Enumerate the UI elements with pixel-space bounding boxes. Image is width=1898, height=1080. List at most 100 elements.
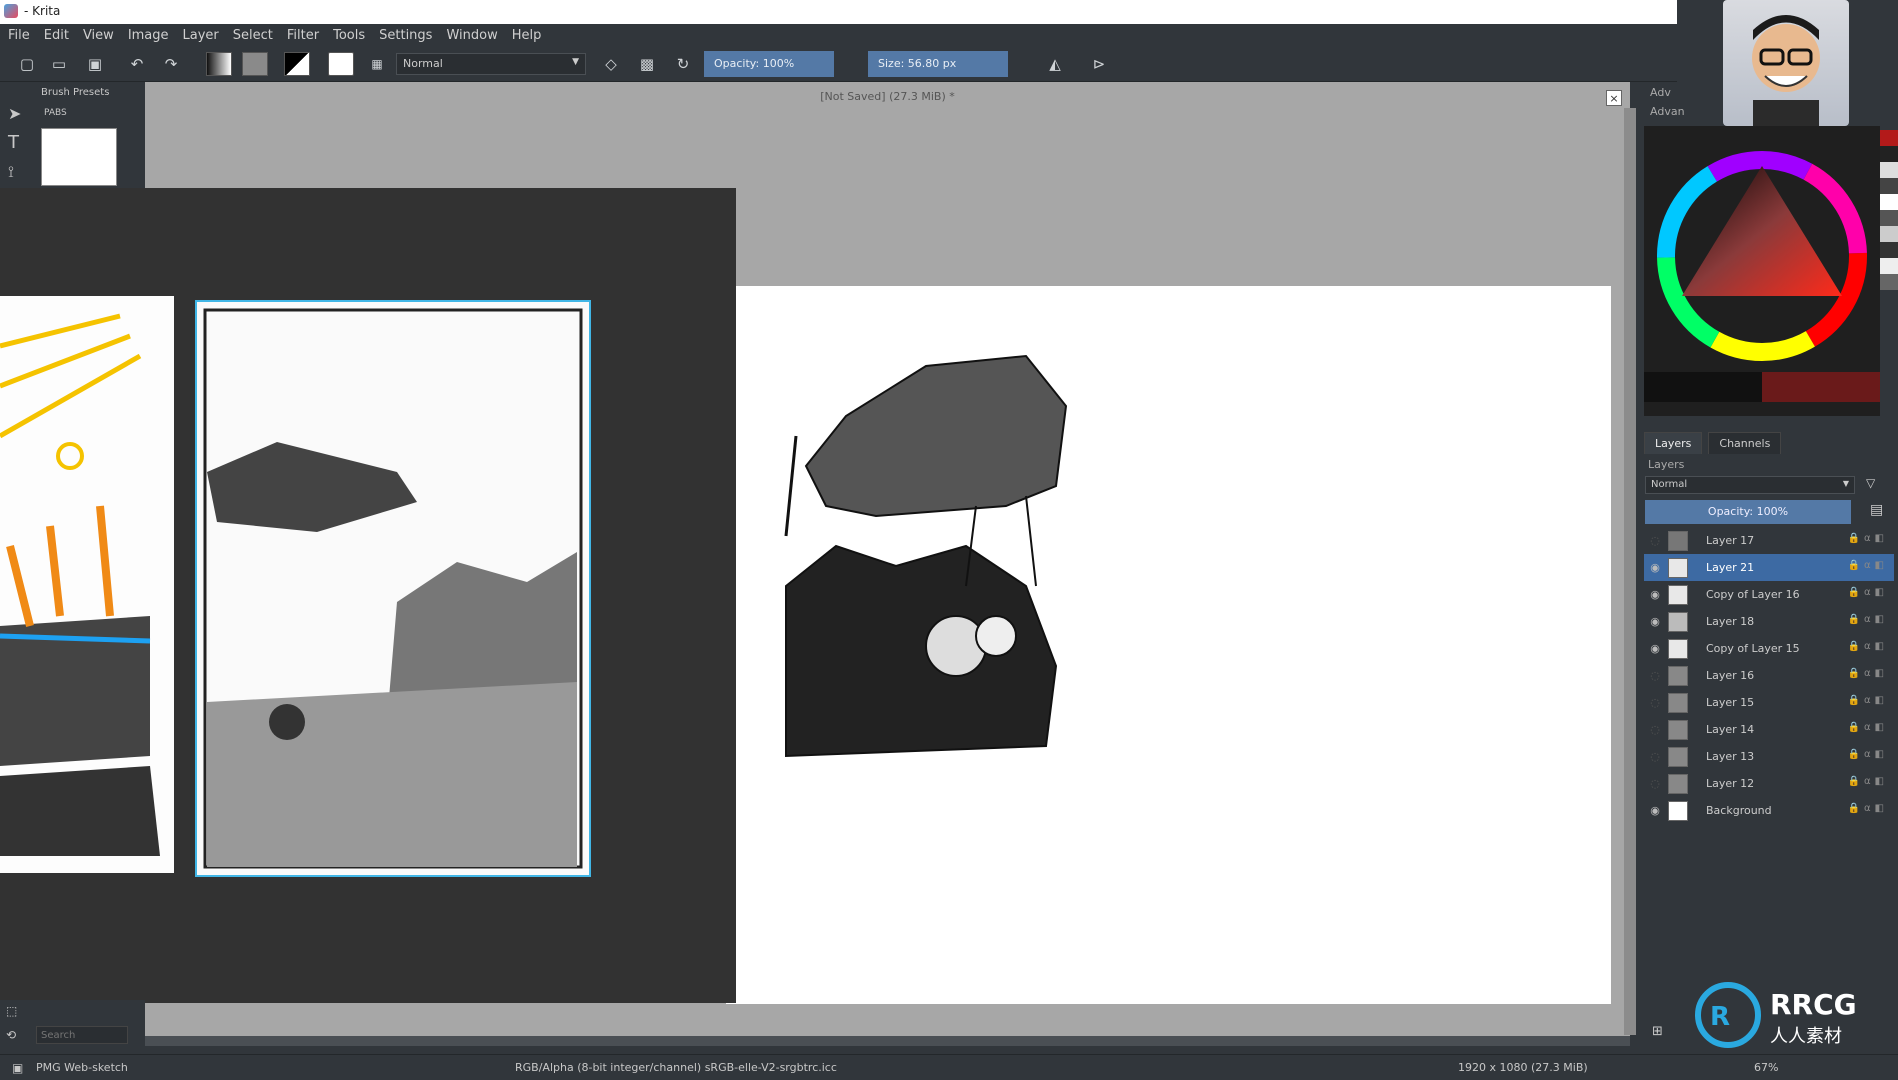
reload-preset-icon[interactable]: ↻ [672, 53, 694, 75]
layer-thumbnail [1668, 746, 1688, 767]
layer-thumbnail [1668, 584, 1688, 605]
mirror-horizontal-icon[interactable]: ◭ [1044, 53, 1066, 75]
save-icon[interactable]: ▣ [84, 53, 106, 75]
layer-thumbnail [1668, 665, 1688, 686]
visibility-icon[interactable]: ◉ [1644, 588, 1666, 601]
layer-row[interactable]: ◉ Layer 18 🔒α◧ [1644, 608, 1894, 635]
select-shapes-tool-icon[interactable]: ➤ [8, 104, 21, 123]
color-history-strip[interactable] [1880, 130, 1898, 420]
visibility-icon[interactable]: ◉ [1644, 642, 1666, 655]
layer-lock-icons[interactable]: 🔒α◧ [1848, 722, 1889, 733]
layer-name: Layer 14 [1706, 723, 1755, 736]
main-toolbar: ▢ ▭ ▣ ↶ ↷ ▦ Normal ▼ ◇ ▩ ↻ Opacity: 100% … [0, 46, 1677, 82]
visibility-hidden-icon[interactable]: ◌ [1644, 723, 1666, 736]
layer-lock-icons[interactable]: 🔒α◧ [1848, 803, 1889, 814]
brush-preset-thumbnail[interactable] [41, 128, 117, 186]
layer-row[interactable]: ◌ Layer 14 🔒α◧ [1644, 716, 1894, 743]
menu-bar: File Edit View Image Layer Select Filter… [0, 24, 1677, 46]
menu-view[interactable]: View [83, 28, 114, 43]
advanced-color-selector[interactable] [1644, 126, 1880, 416]
layer-row[interactable]: ◉ Layer 21 🔒α◧ [1644, 554, 1894, 581]
layer-row[interactable]: ◉ Copy of Layer 16 🔒α◧ [1644, 581, 1894, 608]
tab-layers[interactable]: Layers [1644, 432, 1703, 454]
canvas-page[interactable] [726, 286, 1611, 1004]
layer-lock-icons[interactable]: 🔒α◧ [1848, 668, 1889, 679]
layer-thumbnail [1668, 719, 1688, 740]
preserve-alpha-icon[interactable]: ▩ [636, 53, 658, 75]
visibility-hidden-icon[interactable]: ◌ [1644, 669, 1666, 682]
brush-tag-select[interactable]: PABS [44, 108, 67, 118]
krita-app-icon [4, 4, 18, 18]
mirror-vertical-icon[interactable]: ⊳ [1088, 53, 1110, 75]
redo-icon[interactable]: ↷ [160, 53, 182, 75]
layer-row[interactable]: ◌ Layer 13 🔒α◧ [1644, 743, 1894, 770]
vertical-scrollbar[interactable] [1624, 108, 1636, 1035]
layer-row[interactable]: ◌ Layer 15 🔒α◧ [1644, 689, 1894, 716]
visibility-icon[interactable]: ◉ [1644, 804, 1666, 817]
layer-lock-icons[interactable]: 🔒α◧ [1848, 749, 1889, 760]
layer-lock-icons[interactable]: 🔒α◧ [1848, 641, 1889, 652]
layer-row[interactable]: ◉ Copy of Layer 15 🔒α◧ [1644, 635, 1894, 662]
menu-help[interactable]: Help [512, 28, 542, 43]
brush-status-icon: ▣ [12, 1061, 24, 1075]
eraser-icon[interactable]: ◇ [600, 53, 622, 75]
menu-file[interactable]: File [8, 28, 30, 43]
layer-row[interactable]: ◌ Layer 12 🔒α◧ [1644, 770, 1894, 797]
close-document-icon[interactable]: × [1606, 90, 1622, 106]
reference-image-grey-sketch[interactable] [195, 300, 591, 877]
layer-lock-icons[interactable]: 🔒α◧ [1848, 695, 1889, 706]
tab-channels[interactable]: Channels [1708, 432, 1782, 454]
visibility-hidden-icon[interactable]: ◌ [1644, 696, 1666, 709]
layer-opacity-slider[interactable]: Opacity: 100% [1645, 500, 1851, 524]
visibility-icon[interactable]: ◉ [1644, 561, 1666, 574]
workspace-icon[interactable]: ▦ [366, 53, 388, 75]
visibility-hidden-icon[interactable]: ◌ [1644, 777, 1666, 790]
menu-window[interactable]: Window [446, 28, 497, 43]
reference-images-panel[interactable] [0, 188, 736, 1003]
layer-row[interactable]: ◌ Layer 17 🔒α◧ [1644, 527, 1894, 554]
gradient-selector[interactable] [206, 52, 232, 76]
calligraphy-tool-icon[interactable]: ⟟ [8, 162, 14, 182]
new-document-icon[interactable]: ▢ [16, 53, 38, 75]
layer-properties-icon[interactable]: ▤ [1870, 502, 1883, 518]
search-input[interactable] [36, 1026, 128, 1044]
open-document-icon[interactable]: ▭ [48, 53, 70, 75]
menu-image[interactable]: Image [128, 28, 169, 43]
zoom-level[interactable]: 67% [1754, 1061, 1778, 1074]
pattern-selector[interactable] [242, 52, 268, 76]
layer-blend-mode-select[interactable]: Normal ▼ [1645, 476, 1855, 494]
layer-name: Layer 21 [1706, 561, 1755, 574]
menu-select[interactable]: Select [233, 28, 273, 43]
layer-name: Copy of Layer 16 [1706, 588, 1800, 601]
layer-lock-icons[interactable]: 🔒α◧ [1848, 614, 1889, 625]
layer-lock-icons[interactable]: 🔒α◧ [1848, 587, 1889, 598]
menu-layer[interactable]: Layer [183, 28, 219, 43]
select-tool-icon[interactable]: ⬚ [6, 1004, 17, 1018]
adv-tab-2[interactable]: Advan [1650, 105, 1685, 118]
add-layer-icon[interactable]: ⊞ [1652, 1024, 1663, 1039]
text-tool-icon[interactable]: T [8, 132, 19, 153]
visibility-icon[interactable]: ◉ [1644, 615, 1666, 628]
fg-bg-color-icon[interactable] [284, 52, 310, 76]
reference-image-color-sketch[interactable] [0, 296, 174, 873]
blend-mode-select[interactable]: Normal ▼ [396, 53, 586, 75]
visibility-hidden-icon[interactable]: ◌ [1644, 750, 1666, 763]
horizontal-scrollbar[interactable] [145, 1036, 1630, 1046]
opacity-slider[interactable]: Opacity: 100% [704, 51, 834, 77]
adv-tab-1[interactable]: Adv [1650, 86, 1685, 99]
filter-icon[interactable]: ▽ [1866, 476, 1875, 490]
visibility-hidden-icon[interactable]: ◌ [1644, 534, 1666, 547]
layer-lock-icons[interactable]: 🔒α◧ [1848, 776, 1889, 787]
menu-edit[interactable]: Edit [44, 28, 69, 43]
layer-lock-icons[interactable]: 🔒α◧ [1848, 560, 1889, 571]
menu-settings[interactable]: Settings [379, 28, 432, 43]
layer-lock-icons[interactable]: 🔒α◧ [1848, 533, 1889, 544]
brush-size-slider[interactable]: Size: 56.80 px [868, 51, 1008, 77]
lasso-tool-icon[interactable]: ⟲ [6, 1028, 16, 1042]
layer-row[interactable]: ◌ Layer 16 🔒α◧ [1644, 662, 1894, 689]
undo-icon[interactable]: ↶ [126, 53, 148, 75]
brush-preset-icon[interactable] [328, 52, 354, 76]
menu-tools[interactable]: Tools [333, 28, 365, 43]
menu-filter[interactable]: Filter [287, 28, 319, 43]
layer-row[interactable]: ◉ Background 🔒α◧ [1644, 797, 1894, 824]
